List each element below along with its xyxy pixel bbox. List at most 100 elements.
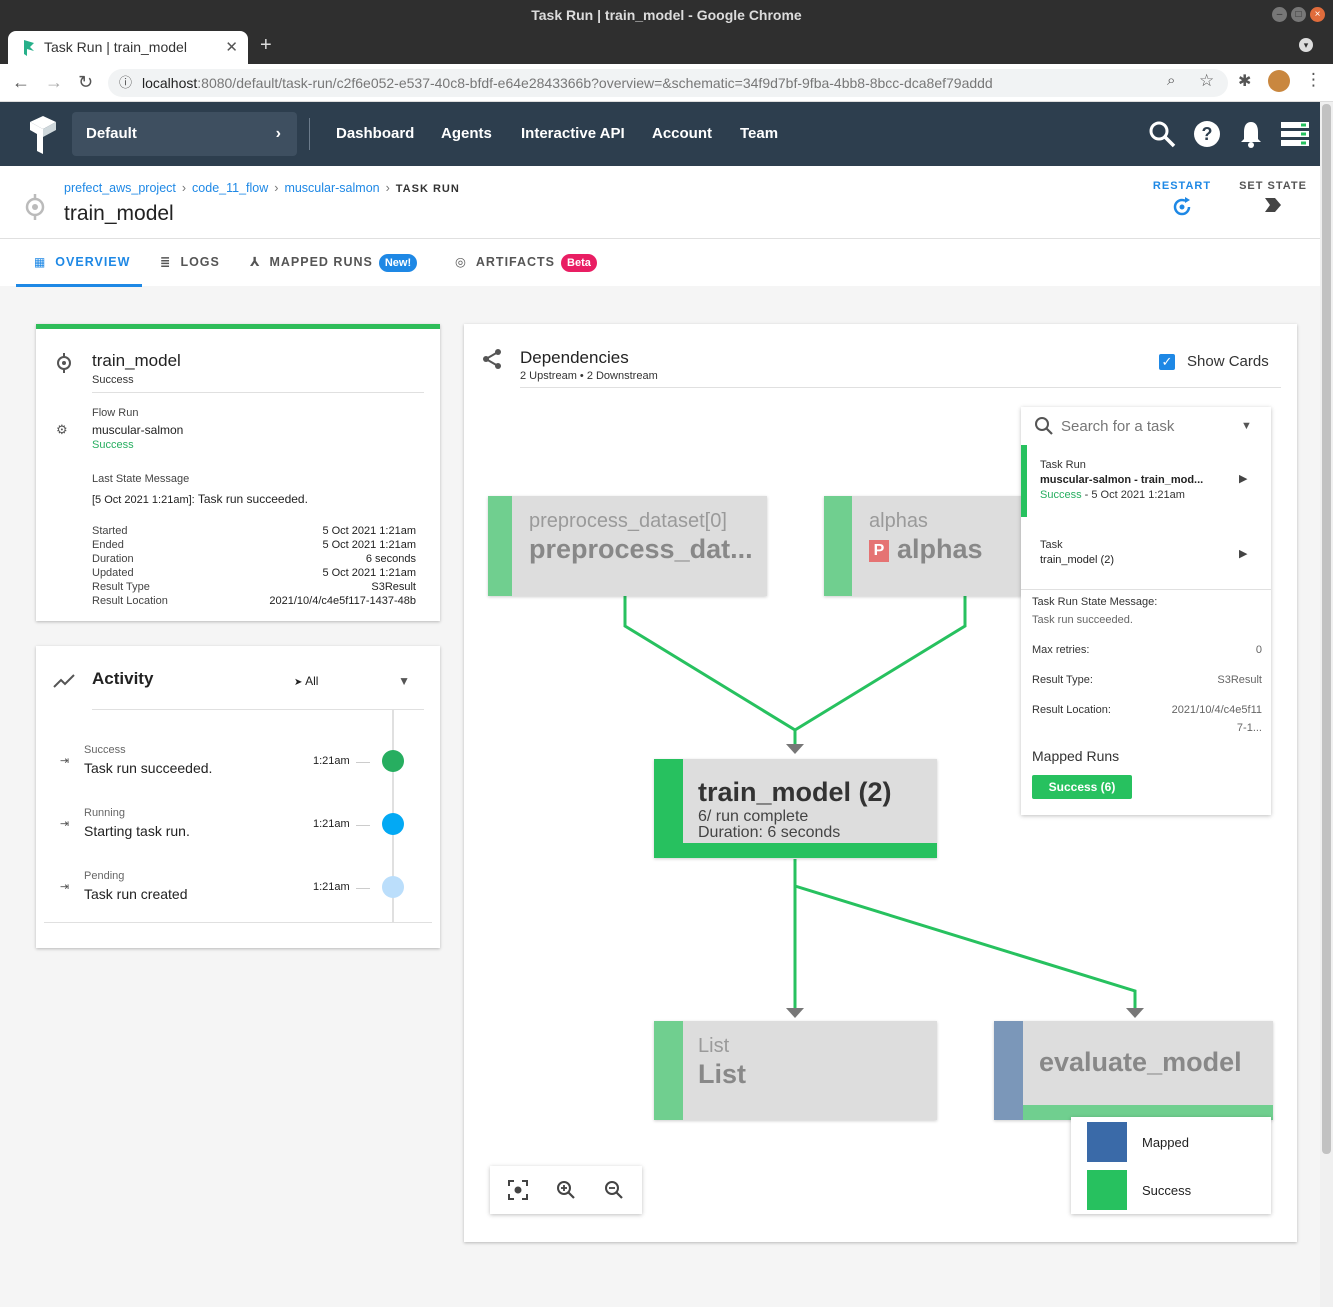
task-search-panel: Search for a task ▼ Task Run muscular-sa… [1021, 407, 1271, 815]
page-title: train_model [64, 202, 174, 225]
selected-indicator [1021, 445, 1027, 517]
search-icon[interactable] [1148, 120, 1176, 148]
back-icon[interactable]: ← [12, 72, 30, 93]
chrome-menu-icon[interactable]: ⋮ [1305, 70, 1322, 90]
node-title: alphas [897, 534, 983, 564]
tick [356, 888, 370, 889]
nav-dashboard[interactable]: Dashboard [336, 102, 414, 166]
nav-team[interactable]: Team [740, 102, 778, 166]
task-list-item[interactable]: Task train_model (2) ▶ [1021, 531, 1271, 581]
window-title: Task Run | train_model - Google Chrome [531, 7, 802, 23]
help-icon[interactable]: ? [1194, 121, 1220, 147]
mapped-runs-success-button[interactable]: Success (6) [1032, 775, 1132, 799]
task-run-state: Success [1040, 489, 1082, 501]
browser-tab[interactable]: Task Run | train_model ✕ [8, 31, 248, 64]
dropdown-arrow-icon: ▼ [1241, 420, 1252, 432]
forward-icon[interactable]: → [45, 72, 63, 93]
last-state-time: [5 Oct 2021 1:21am]: [92, 494, 195, 506]
activity-state: Pending [84, 870, 125, 882]
prefect-favicon-icon [24, 40, 34, 56]
url-field[interactable]: ⓘ localhost:8080/default/task-run/c2f6e0… [108, 69, 1228, 97]
last-state-label: Last State Message [92, 473, 190, 485]
activity-filter-select[interactable]: ➤ All ▼ [294, 674, 416, 692]
tab-logs[interactable]: ≣ LOGS [160, 239, 220, 287]
task-search-input[interactable]: Search for a task ▼ [1021, 407, 1271, 447]
set-state-label: SET STATE [1239, 180, 1307, 192]
node-list[interactable]: List List [654, 1021, 937, 1120]
breadcrumb-project[interactable]: prefect_aws_project [64, 181, 176, 195]
result-type-value: S3Result [1217, 674, 1262, 686]
extensions-icon[interactable]: ✱ [1238, 71, 1251, 91]
result-location-value-cont: 7-1... [1236, 722, 1262, 734]
detail-row: Started 5 Oct 2021 1:21am [92, 525, 416, 539]
tab-mapped-runs[interactable]: ⅄ MAPPED RUNS New! [250, 239, 418, 287]
node-alphas[interactable]: alphas P alphas [824, 496, 1022, 596]
notifications-bell-icon[interactable] [1239, 120, 1263, 148]
chevron-right-icon: › [275, 125, 281, 142]
breadcrumb-flow-run[interactable]: muscular-salmon [284, 181, 379, 195]
close-window-icon[interactable]: × [1310, 7, 1325, 22]
address-bar-row: ← → ↻ ⓘ localhost:8080/default/task-run/… [0, 64, 1333, 102]
dropdown-arrow-icon: ▼ [398, 674, 410, 688]
bookmark-star-icon[interactable]: ☆ [1199, 71, 1214, 91]
breadcrumb-flow[interactable]: code_11_flow [192, 181, 268, 195]
new-tab-icon[interactable]: + [260, 34, 272, 57]
nav-account[interactable]: Account [652, 102, 712, 166]
node-preprocess-dataset[interactable]: preprocess_dataset[0] preprocess_dat... [488, 496, 767, 596]
reload-icon[interactable]: ↻ [78, 72, 93, 93]
tab-logs-label: LOGS [180, 255, 220, 269]
activity-title: Activity [92, 669, 154, 688]
node-title: preprocess_dat... [529, 534, 753, 564]
nav-interactive-api[interactable]: Interactive API [521, 102, 625, 166]
detail-value: 5 Oct 2021 1:21am [322, 539, 416, 551]
restart-button[interactable]: RESTART [1150, 180, 1214, 220]
info-icon[interactable]: ⓘ [119, 69, 132, 97]
node-train-model[interactable]: train_model (2) 6/ run complete Duration… [654, 759, 937, 858]
node-state-bar [654, 1021, 683, 1120]
task-name: train_model (2) [1040, 554, 1114, 566]
detail-key: Result Location [92, 595, 168, 607]
nav-agents[interactable]: Agents [441, 102, 492, 166]
scrollbar-thumb[interactable] [1322, 104, 1331, 1154]
detail-key: Started [92, 525, 128, 537]
task-run-list-item[interactable]: Task Run muscular-salmon - train_mod... … [1021, 445, 1271, 517]
server-status-icon[interactable] [1281, 122, 1309, 146]
fingerprint-icon: ◎ [455, 255, 467, 269]
legend-label-mapped: Mapped [1142, 1135, 1189, 1150]
set-state-icon [1265, 198, 1281, 212]
breadcrumb-current: TASK RUN [395, 183, 460, 195]
node-evaluate-model[interactable]: evaluate_model [994, 1021, 1273, 1120]
breadcrumb-chevron-icon: › [181, 181, 187, 195]
maximize-icon[interactable]: □ [1291, 7, 1306, 22]
profile-avatar[interactable] [1268, 70, 1290, 92]
flow-run-link[interactable]: muscular-salmon [92, 423, 183, 437]
task-icon [57, 353, 71, 373]
result-location-value: 2021/10/4/c4e5f11 [1171, 704, 1262, 716]
tab-mapped-runs-label: MAPPED RUNS [269, 255, 373, 269]
tab-search-icon[interactable]: ▾ [1299, 38, 1313, 52]
last-state-message: [5 Oct 2021 1:21am]: Task run succeeded. [92, 492, 308, 506]
node-subtitle: List [698, 1035, 730, 1057]
prefect-logo-icon[interactable] [28, 116, 58, 154]
tab-close-icon[interactable]: ✕ [225, 31, 238, 64]
page-header: prefect_aws_project › code_11_flow › muscula… [0, 166, 1320, 287]
zoom-out-icon[interactable] [604, 1180, 624, 1200]
zoom-in-icon[interactable] [556, 1180, 576, 1200]
grid-icon: ▦ [34, 255, 47, 269]
flow-run-label: Flow Run [92, 407, 139, 419]
tab-title: Task Run | train_model [44, 39, 187, 55]
minimize-icon[interactable]: – [1272, 7, 1287, 22]
divider [92, 709, 424, 710]
url-path: :8080/default/task-run/c2f6e052-e537-40c… [197, 75, 993, 91]
set-state-button[interactable]: SET STATE [1238, 180, 1308, 217]
tab-artifacts[interactable]: ◎ ARTIFACTS Beta [455, 239, 597, 287]
team-name: Default [86, 125, 137, 142]
zoom-icon[interactable]: ⌕ [1167, 72, 1175, 89]
fit-view-icon[interactable] [508, 1180, 528, 1200]
tab-overview[interactable]: ▦ OVERVIEW [16, 239, 142, 287]
new-badge: New! [378, 254, 418, 272]
activity-message: Task run created [84, 886, 188, 902]
team-switcher[interactable]: Default › [72, 112, 297, 156]
detail-row: Result Type S3Result [92, 581, 416, 595]
task-run-state-line: Success - 5 Oct 2021 1:21am [1040, 489, 1185, 501]
